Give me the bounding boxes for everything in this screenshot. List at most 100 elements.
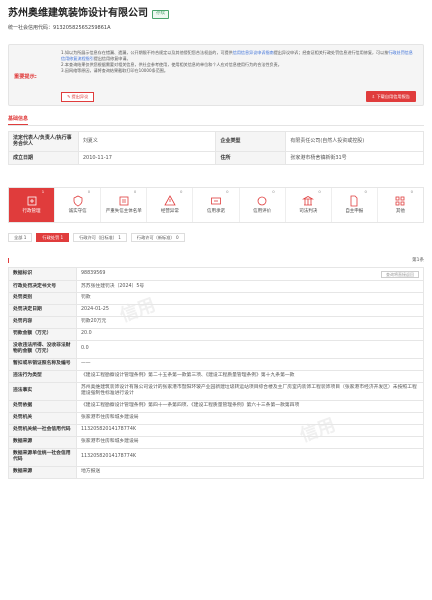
edit-icon: ✎ — [67, 94, 71, 100]
legal-rep-value: 刘夏义 — [77, 131, 217, 152]
download-report-button[interactable]: ⇩ 下载自用信用报告 — [365, 91, 416, 102]
detail-value-text: 0.0 — [81, 346, 89, 352]
company-name: 苏州奥维建筑装饰设计有限公司 — [8, 8, 148, 19]
table-row: 处罚决定日期 2024-01-25 — [8, 303, 424, 317]
detail-value: 苏州奥维建筑装饰设计有限公司设计的张家港市暨阳环玻产业园新建垃圾转运站项目综合楼… — [76, 381, 424, 401]
list-icon — [119, 196, 129, 206]
address-label: 住所 — [215, 150, 287, 165]
detail-value-text: 苏州奥维建筑装饰设计有限公司设计的张家港市暨阳环玻产业园新建垃圾转运站项目综合楼… — [81, 385, 417, 397]
detail-value: 张家港市住房和城乡建设局 — [76, 435, 424, 449]
detail-value: 《建设工程勘察设计管理条例》第四十一条第四项、《建设工程质量管理条例》第六十三条… — [76, 399, 424, 413]
legal-rep-label: 法定代表人/负责人/执行事务合伙人 — [8, 131, 79, 152]
detail-value: 苏苏张住建罚决〔2024〕5号 — [76, 280, 424, 293]
address-value: 张家港市杨舍镇新街31号 — [285, 150, 424, 165]
detail-value: 11320582014178774K — [76, 447, 424, 467]
section-tab: 基础信息 — [8, 116, 424, 126]
detail-value: —— — [76, 357, 424, 371]
detail-value-text: —— — [81, 361, 91, 367]
gavel-icon — [27, 196, 36, 206]
detail-value: 罚款 — [76, 291, 424, 305]
detail-value-text: 《建设工程勘察设计管理条例》第二十五条第一款第三项、《建设工程质量管理条例》第十… — [81, 373, 295, 379]
detail-key: 处罚决定日期 — [8, 303, 77, 317]
objection-button[interactable]: ✎ 提出异议 — [61, 92, 95, 102]
copy-button[interactable]: 查询将直接返回 — [381, 270, 419, 278]
detail-value: 20.0 — [76, 327, 424, 341]
filter-all[interactable]: 全部 1 — [8, 233, 33, 242]
penalty-detail-table: 数据标识 98839569 查询将直接返回行政处罚决定书文号 苏苏张住建罚决〔2024… — [8, 267, 424, 479]
table-row: 违法行为类型 《建设工程勘察设计管理条例》第二十五条第一款第三项、《建设工程质量管… — [8, 369, 424, 383]
founded-value: 2010-11-17 — [77, 150, 217, 165]
detail-value-text: 20.0 — [81, 331, 92, 337]
detail-value-text: 苏苏张住建罚决〔2024〕5号 — [81, 283, 145, 289]
detail-value-text: 《建设工程勘察设计管理条例》第四十一条第四项、《建设工程质量管理条例》第六十三条… — [81, 403, 300, 409]
table-row: 处罚机关 张家港市住房和城乡建设局 — [8, 411, 424, 425]
record-marker — [8, 258, 9, 263]
tab-honesty[interactable]: 0 诚实守信 — [55, 188, 102, 222]
detail-value-text: 2024-01-25 — [81, 307, 109, 313]
document-icon — [350, 195, 358, 207]
detail-value-text: 11320582014178774K — [81, 454, 137, 460]
company-header: 苏州奥维建筑装饰设计有限公司 存续 统一社会信用代码：9132058256525… — [8, 8, 424, 31]
table-row: 数据来源 地方报送 — [8, 465, 424, 479]
detail-key: 罚款金额（万元） — [8, 327, 77, 341]
table-row: 罚款金额（万元） 20.0 — [8, 327, 424, 341]
filter-penalty[interactable]: 行政处罚 1 — [36, 233, 70, 242]
section-title[interactable]: 基础信息 — [8, 116, 29, 126]
type-label: 企业类型 — [215, 131, 287, 152]
founded-label: 成立日期 — [8, 150, 79, 165]
detail-key: 数据来源 — [8, 465, 77, 479]
court-icon — [302, 196, 315, 206]
filter-license-old[interactable]: 行政许可（旧标准） 1 — [73, 233, 127, 242]
detail-key: 暂扣或吊销证照名称及编号 — [8, 357, 77, 371]
table-row: 数据来源单位统一社会信用代码 11320582014178774K — [8, 447, 424, 467]
tab-admin[interactable]: 1 行政管理 — [9, 188, 56, 222]
credit-report-page: 苏州奥维建筑装饰设计有限公司 存续 统一社会信用代码：9132058256525… — [0, 0, 432, 600]
table-row: 违法事实 苏州奥维建筑装饰设计有限公司设计的张家港市暨阳环玻产业园新建垃圾转运站项… — [8, 381, 424, 401]
detail-key: 数据标识 — [8, 267, 77, 281]
notice-label: 重要提示: — [14, 74, 37, 80]
detail-key: 处罚内容 — [8, 315, 77, 329]
detail-value: 地方报送 — [76, 465, 424, 479]
detail-value: 张家港市住房和城乡建设局 — [76, 411, 424, 425]
detail-value: 0.0 — [76, 339, 424, 359]
category-tabs: 1 行政管理 0 诚实守信 0 严重失信主体名单 0 经营异常 0 信用承诺 0… — [8, 187, 424, 223]
tab-other[interactable]: 0 其他 — [378, 188, 423, 222]
shield-icon — [73, 195, 83, 207]
tab-judicial[interactable]: 0 司法判决 — [286, 188, 332, 222]
detail-key: 违法行为类型 — [8, 369, 77, 383]
grid-icon — [396, 196, 405, 206]
tab-abnormal[interactable]: 0 经营异常 — [147, 188, 194, 222]
table-row: 处罚机关统一社会信用代码 11320582014178774K — [8, 423, 424, 437]
detail-key: 处罚机关统一社会信用代码 — [8, 423, 77, 437]
credit-code: 统一社会信用代码：91320582565259861A — [8, 24, 111, 31]
detail-value-text: 11320582014178774K — [81, 427, 137, 433]
tab-promise[interactable]: 0 信用承诺 — [193, 188, 240, 222]
detail-value-text: 地方报送 — [81, 469, 101, 475]
tab-evaluation[interactable]: 0 信用评价 — [240, 188, 286, 222]
handshake-icon — [211, 197, 221, 205]
table-row: 暂扣或吊销证照名称及编号 —— — [8, 357, 424, 371]
detail-key: 行政处罚决定书文号 — [8, 280, 77, 293]
table-row: 行政处罚决定书文号 苏苏张住建罚决〔2024〕5号 — [8, 280, 424, 293]
detail-value-text: 张家港市住房和城乡建设局 — [81, 439, 139, 445]
table-row: 处罚内容 罚款20万元 — [8, 315, 424, 329]
tab-blacklist[interactable]: 0 严重失信主体名单 — [101, 188, 148, 222]
detail-key: 没收违法所得、没收非法财物的金额（万元） — [8, 339, 77, 359]
table-row: 数据标识 98839569 查询将直接返回 — [8, 267, 424, 281]
appeal-guide-link[interactable]: 信用信息异议申诉指南 — [233, 50, 274, 55]
detail-value: 11320582014178774K — [76, 423, 424, 437]
filter-pills: 全部 1 行政处罚 1 行政许可（旧标准） 1 行政许可（新标准） 0 — [8, 233, 185, 242]
filter-license-new[interactable]: 行政许可（新标准） 0 — [130, 233, 185, 242]
detail-value: 《建设工程勘察设计管理条例》第二十五条第一款第三项、《建设工程质量管理条例》第十… — [76, 369, 424, 383]
type-value: 有限责任公司(自然人投资或控股) — [285, 131, 424, 152]
alert-icon — [164, 195, 176, 206]
detail-key: 数据来源 — [8, 435, 77, 449]
notice-line-3: 3.因网络等原因，请将查询结果截取打印在10000条范围。 — [61, 67, 168, 73]
detail-value-text: 罚款 — [81, 295, 91, 301]
status-badge: 存续 — [152, 9, 169, 19]
tab-self-report[interactable]: 0 自主申报 — [332, 188, 378, 222]
table-row: 没收违法所得、没收非法财物的金额（万元） 0.0 — [8, 339, 424, 359]
table-row: 处罚依据 《建设工程勘察设计管理条例》第四十一条第四项、《建设工程质量管理条例》第… — [8, 399, 424, 413]
detail-key: 违法事实 — [8, 381, 77, 401]
detail-value-text: 98839569 — [81, 270, 106, 276]
